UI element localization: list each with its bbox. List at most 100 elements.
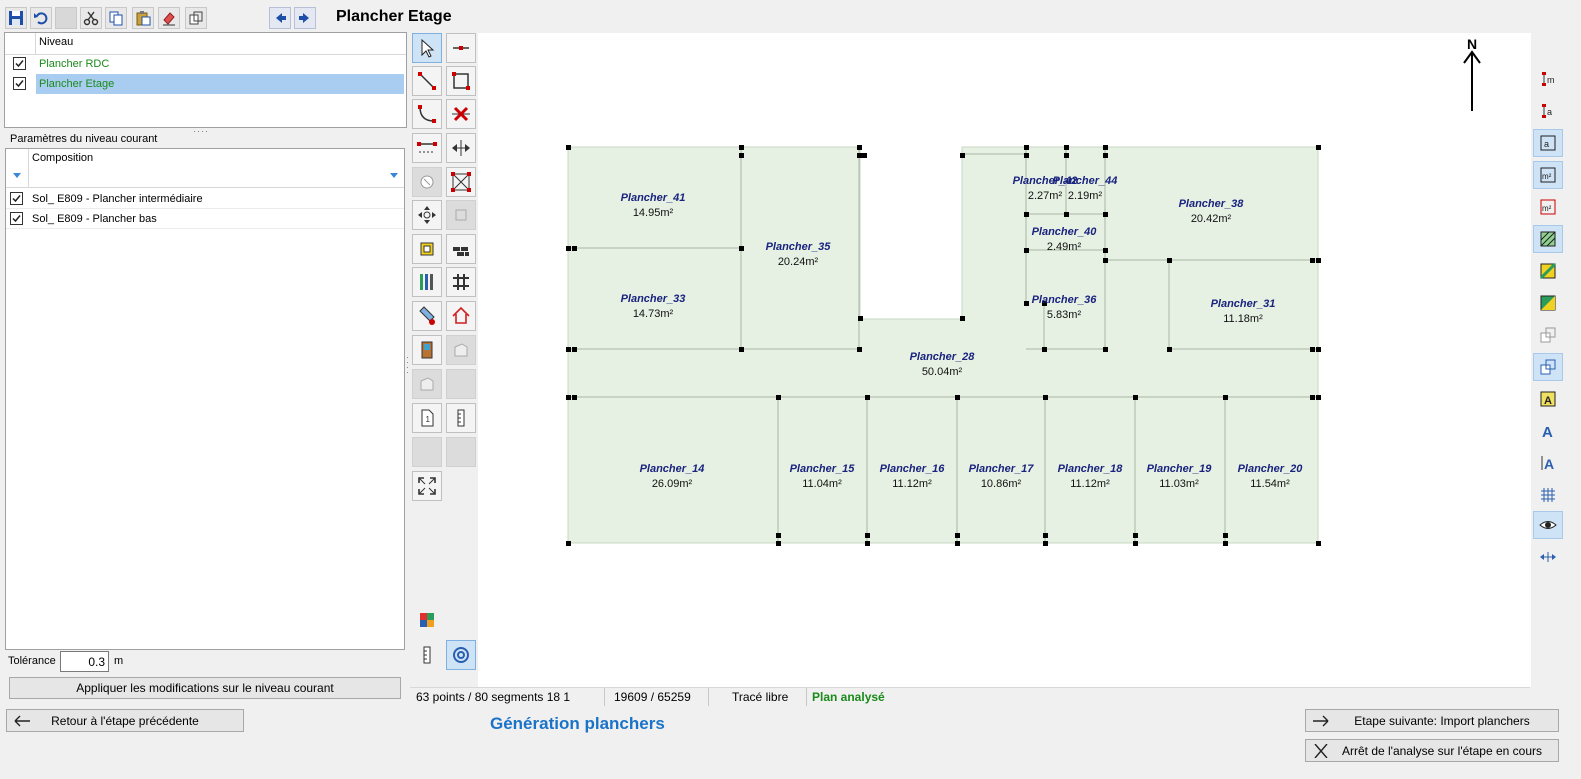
fill-alt-tool[interactable] (1533, 289, 1563, 317)
box-icon (420, 242, 434, 256)
move-tool[interactable] (412, 200, 442, 230)
filter-icon[interactable] (390, 173, 398, 179)
room-name[interactable]: Plancher_14 (640, 463, 705, 475)
level-checkbox-rdc[interactable] (13, 57, 26, 70)
room-name[interactable]: Plancher_44 (1053, 175, 1118, 187)
eraser-button[interactable] (158, 7, 180, 29)
dimension-a-tool[interactable]: a (1533, 97, 1563, 125)
grid-tool[interactable] (1533, 481, 1563, 509)
text-size-tool[interactable]: A (1533, 449, 1563, 477)
ruler-tool[interactable] (446, 403, 476, 433)
text-tool[interactable]: A (1533, 417, 1563, 445)
delete-icon (452, 106, 470, 122)
door-tool[interactable] (412, 335, 442, 365)
room-name[interactable]: Plancher_19 (1147, 463, 1213, 475)
room-area: 10.86m² (981, 478, 1022, 490)
area-label-tool[interactable]: a (1533, 129, 1563, 157)
room-name[interactable]: Plancher_40 (1032, 226, 1098, 238)
color-tool[interactable] (412, 605, 442, 635)
paste-button[interactable] (132, 7, 154, 29)
copy-button[interactable] (105, 7, 127, 29)
composition-checkbox-1[interactable] (10, 192, 23, 205)
room-name[interactable]: Plancher_16 (880, 463, 946, 475)
room-name[interactable]: Plancher_36 (1032, 294, 1098, 306)
layers-button[interactable] (185, 7, 207, 29)
horizontal-measure-tool[interactable] (1533, 543, 1563, 571)
overlap-tool[interactable] (1533, 321, 1563, 349)
save-button[interactable] (5, 7, 27, 29)
split-tool[interactable] (446, 133, 476, 163)
diagonal-line-tool[interactable] (412, 66, 442, 96)
parallel-line-tool[interactable] (412, 133, 442, 163)
visibility-tool[interactable] (1533, 511, 1563, 539)
tolerance-input[interactable]: 0.3 (60, 651, 109, 672)
text-box-tool[interactable]: A (1533, 385, 1563, 413)
page-title: Plancher Etage (336, 8, 452, 25)
north-label: N (1467, 36, 1477, 52)
fit-selection-tool[interactable] (446, 167, 476, 197)
room-name[interactable]: Plancher_31 (1211, 298, 1276, 310)
hatch-tool[interactable] (1533, 225, 1563, 253)
select-tool[interactable] (412, 33, 442, 63)
previous-level-button[interactable] (269, 7, 291, 29)
level-item-rdc[interactable]: Plancher RDC (39, 58, 109, 70)
svg-text:m: m (1547, 75, 1555, 85)
document-icon: 1 (421, 409, 434, 427)
room-name[interactable]: Plancher_35 (766, 241, 832, 253)
room-name[interactable]: Plancher_17 (969, 463, 1035, 475)
stack-icon (455, 209, 467, 221)
document-tool[interactable]: 1 (412, 403, 442, 433)
pick-tool[interactable] (412, 301, 442, 331)
house-tool[interactable] (446, 301, 476, 331)
overlap-icon (1540, 359, 1556, 375)
stop-analysis-button[interactable]: Arrêt de l'analyse sur l'étape en cours (1305, 739, 1559, 762)
vertical-splitter[interactable]: · · · · (406, 353, 409, 377)
composition-checkbox-2[interactable] (10, 212, 23, 225)
line-tool[interactable] (446, 33, 476, 63)
columns-tool[interactable] (412, 267, 442, 297)
next-step-button[interactable]: Etape suivante: Import planchers (1305, 709, 1559, 732)
wall-tool[interactable] (412, 234, 442, 264)
ruler-icon (457, 409, 465, 427)
eraser-icon (163, 12, 175, 26)
composition-item[interactable]: Sol_ E809 - Plancher intermédiaire (32, 193, 203, 205)
svg-text:a: a (1544, 139, 1549, 149)
fullscreen-tool[interactable] (412, 471, 442, 501)
filter-icon[interactable] (13, 173, 21, 179)
fill-tool[interactable] (1533, 257, 1563, 285)
undo-button[interactable] (30, 7, 52, 29)
room-area: 11.03m² (1159, 478, 1199, 490)
room-name[interactable]: Plancher_18 (1058, 463, 1124, 475)
dimension-m-tool[interactable]: m (1533, 65, 1563, 93)
area-m2-tool[interactable]: m² (1533, 161, 1563, 189)
ruler-vertical-tool[interactable] (412, 640, 442, 670)
eye-icon (1539, 521, 1557, 529)
next-level-button[interactable] (294, 7, 316, 29)
analysis-tool[interactable] (446, 640, 476, 670)
delete-tool[interactable] (446, 99, 476, 129)
tolerance-label: Tolérance (8, 655, 56, 667)
cut-button[interactable] (80, 7, 102, 29)
floor-plan-canvas[interactable]: N Plancher_41 14.95m² Plancher_35 20.24m… (478, 33, 1531, 687)
splitter-handle[interactable]: ···· (193, 126, 209, 136)
room-name[interactable]: Plancher_33 (621, 293, 686, 305)
apply-button[interactable]: Appliquer les modifications sur le nivea… (9, 677, 401, 699)
room-name[interactable]: Plancher_41 (621, 192, 686, 204)
arc-tool[interactable] (412, 99, 442, 129)
room-name[interactable]: Plancher_38 (1179, 198, 1245, 210)
brick-tool[interactable] (446, 234, 476, 264)
floor-plan-drawing[interactable]: N Plancher_4114.95m²Plancher_3520.24m²Pl… (478, 33, 1531, 687)
grid-transfer-tool[interactable] (446, 267, 476, 297)
overlap-active-tool[interactable] (1533, 353, 1563, 381)
room-name[interactable]: Plancher_20 (1238, 463, 1304, 475)
back-button[interactable]: Retour à l'étape précédente (6, 709, 244, 732)
level-item-etage[interactable]: Plancher Etage (39, 78, 114, 90)
composition-item[interactable]: Sol_ E809 - Plancher bas (32, 213, 157, 225)
rectangle-tool[interactable] (446, 66, 476, 96)
level-checkbox-etage[interactable] (13, 77, 26, 90)
svg-text:A: A (1542, 424, 1553, 440)
room-area: 2.27m² (1028, 190, 1063, 202)
area-m2-alt-tool[interactable]: m² (1533, 193, 1563, 221)
room-name[interactable]: Plancher_15 (790, 463, 856, 475)
room-name[interactable]: Plancher_28 (910, 351, 976, 363)
